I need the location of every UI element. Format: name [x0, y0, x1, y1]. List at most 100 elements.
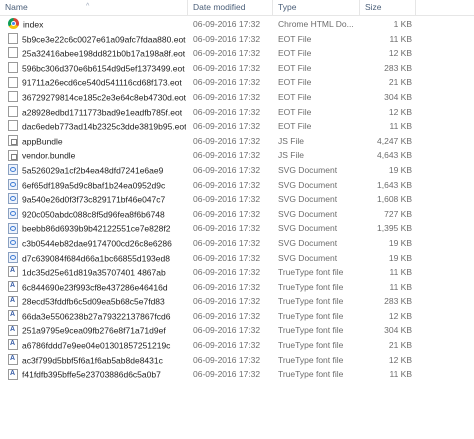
- file-name: a6786fddd7e9ee04e01301857251219c: [22, 340, 171, 351]
- font-file-icon: [8, 309, 18, 323]
- svg-document-icon: [8, 193, 18, 205]
- file-size: 4,247 KB: [377, 135, 412, 146]
- file-date: 06-09-2016 17:32: [193, 208, 261, 219]
- file-size: 727 KB: [384, 208, 412, 219]
- file-type: EOT File: [278, 121, 312, 132]
- file-type: JS File: [278, 135, 304, 146]
- file-type: EOT File: [278, 91, 312, 102]
- file-name: 9a540e26d0f3f73c829171bf46e047c7: [22, 194, 166, 205]
- column-header-type[interactable]: Type: [273, 0, 360, 15]
- file-date: 06-09-2016 17:32: [193, 252, 261, 263]
- file-type: SVG Document: [278, 179, 338, 190]
- file-row[interactable]: 5a526029a1cf2b4ea48dfd7241e6ae9 06-09-201…: [0, 163, 420, 178]
- file-size: 283 KB: [384, 296, 412, 307]
- file-row[interactable]: dac6edeb773ad14b2325c3dde3819b95.eot 06-0…: [0, 119, 420, 134]
- file-row[interactable]: 91711a26ecd6ce540d541116cd68f173.eot 06-0…: [0, 75, 420, 90]
- file-date: 06-09-2016 17:32: [193, 281, 261, 292]
- file-size: 1,395 KB: [377, 223, 412, 234]
- file-date: 06-09-2016 17:32: [193, 135, 261, 146]
- file-row[interactable]: d7c639084f684d66a1bc66855d193ed8 06-09-20…: [0, 251, 420, 266]
- file-date: 06-09-2016 17:32: [193, 340, 261, 351]
- file-size: 11 KB: [389, 281, 412, 292]
- file-row[interactable]: 6c844690e23f993cf8e437286e46416d 06-09-20…: [0, 280, 420, 295]
- file-type: TrueType font file: [278, 267, 344, 278]
- file-row[interactable]: appBundle 06-09-2016 17:32 JS File 4,247 KB: [0, 134, 420, 149]
- file-row[interactable]: 28ecd53fddfb6c5d09ea5b68c5e7fd83 06-09-20…: [0, 294, 420, 309]
- file-explorer: Name ^ Date modified Type Size index 06-0…: [0, 0, 474, 439]
- file-row[interactable]: 1dc35d25e61d819a35707401 4867ab 06-09-201…: [0, 265, 420, 280]
- file-date: 06-09-2016 17:32: [193, 223, 261, 234]
- file-row[interactable]: 251a9795e9cea09fb276e8f71a71d9ef 06-09-20…: [0, 323, 420, 338]
- file-row[interactable]: 25a32416abee198dd821b0b17a198a8f.eot 06-0…: [0, 46, 420, 61]
- file-size: 283 KB: [384, 62, 412, 73]
- file-row[interactable]: f41fdfb395bffe5e23703886d6c5a0b7 06-09-20…: [0, 367, 420, 382]
- file-date: 06-09-2016 17:32: [193, 369, 261, 380]
- file-type: SVG Document: [278, 208, 338, 219]
- file-row[interactable]: beebb86d6939b9b42122551ce7e828f2 06-09-20…: [0, 221, 420, 236]
- font-file-icon: [8, 353, 18, 367]
- file-date: 06-09-2016 17:32: [193, 150, 261, 161]
- chrome-icon: [8, 18, 19, 30]
- file-row[interactable]: ac3f799d5bbf5f6a1f6ab5ab8de8431c 06-09-20…: [0, 353, 420, 368]
- file-size: 21 KB: [388, 340, 412, 351]
- column-header-size[interactable]: Size: [360, 0, 416, 15]
- file-row[interactable]: vendor.bundle 06-09-2016 17:32 JS File 4,64…: [0, 148, 420, 163]
- file-name: 66da3e5506238b27a79322137867fcd6: [22, 311, 171, 322]
- file-row[interactable]: 9a540e26d0f3f73c829171bf46e047c7 06-09-20…: [0, 192, 420, 207]
- file-name-cell: f41fdfb395bffe5e23703886d6c5a0b7: [8, 367, 186, 382]
- file-type: Chrome HTML Do...: [278, 19, 354, 29]
- file-date: 06-09-2016 17:32: [193, 91, 261, 102]
- file-name: index: [23, 19, 44, 30]
- file-row[interactable]: 920c050abdc088c8f5d96fea8f6b6748 06-09-20…: [0, 207, 420, 222]
- file-name-cell: ac3f799d5bbf5f6a1f6ab5ab8de8431c: [8, 353, 186, 368]
- file-date: 06-09-2016 17:32: [193, 237, 261, 248]
- font-file-icon: [8, 323, 18, 337]
- file-type: SVG Document: [278, 223, 338, 234]
- file-name: f41fdfb395bffe5e23703886d6c5a0b7: [22, 369, 161, 380]
- font-file-icon: [8, 265, 18, 279]
- file-name-cell: 9a540e26d0f3f73c829171bf46e047c7: [8, 192, 186, 207]
- file-size: 12 KB: [388, 354, 412, 365]
- sort-ascending-icon: ^: [86, 3, 90, 10]
- empty-area: [420, 16, 474, 439]
- file-row[interactable]: 6ef65df189a5d9c8baf1b24ea0952d9c 06-09-20…: [0, 178, 420, 193]
- font-file-icon: [8, 338, 18, 352]
- file-type: TrueType font file: [278, 325, 344, 336]
- column-header-name[interactable]: Name ^: [0, 0, 188, 15]
- file-size: 304 KB: [384, 91, 412, 102]
- file-date: 06-09-2016 17:32: [193, 267, 261, 278]
- file-row[interactable]: 5b9ce3e22c6c0027e61a09afc7fdaa880.eot 06-…: [0, 32, 420, 47]
- file-icon: [8, 76, 18, 88]
- file-name-cell: appBundle: [8, 134, 186, 149]
- file-row[interactable]: 36729279814ce185c2e3e64c8eb4730d.eot 06-0…: [0, 90, 420, 105]
- file-row[interactable]: 66da3e5506238b27a79322137867fcd6 06-09-20…: [0, 309, 420, 324]
- file-name-cell: 25a32416abee198dd821b0b17a198a8f.eot: [8, 46, 186, 61]
- column-header-date[interactable]: Date modified: [188, 0, 273, 15]
- file-name-cell: 920c050abdc088c8f5d96fea8f6b6748: [8, 207, 186, 222]
- file-date: 06-09-2016 17:32: [193, 164, 261, 175]
- file-name: ac3f799d5bbf5f6a1f6ab5ab8de8431c: [22, 355, 163, 366]
- svg-document-icon: [8, 251, 18, 263]
- file-icon: [8, 105, 18, 117]
- file-row[interactable]: index 06-09-2016 17:32 Chrome HTML Do... 1 …: [0, 17, 420, 32]
- file-size: 11 KB: [389, 369, 412, 380]
- file-row[interactable]: a6786fddd7e9ee04e01301857251219c 06-09-20…: [0, 338, 420, 353]
- file-date: 06-09-2016 17:32: [193, 179, 261, 190]
- file-name: vendor.bundle: [22, 150, 76, 161]
- file-type: EOT File: [278, 48, 312, 59]
- file-size: 19 KB: [388, 252, 412, 263]
- file-type: TrueType font file: [278, 281, 344, 292]
- file-name: 5a526029a1cf2b4ea48dfd7241e6ae9: [22, 165, 164, 176]
- file-name-cell: a6786fddd7e9ee04e01301857251219c: [8, 338, 186, 353]
- file-type: EOT File: [278, 62, 312, 73]
- file-row[interactable]: 596bc306d370e6b6154d9d5ef1373499.eot 06-0…: [0, 61, 420, 76]
- file-size: 11 KB: [389, 267, 412, 278]
- file-type: TrueType font file: [278, 310, 344, 321]
- file-row[interactable]: a28928edbd1711773bad9e1eadfb785f.eot 06-0…: [0, 105, 420, 120]
- file-date: 06-09-2016 17:32: [193, 48, 261, 59]
- file-type: EOT File: [278, 77, 312, 88]
- file-name: c3b0544eb82dae9174700cd26c8e6286: [22, 238, 172, 249]
- file-name-cell: 36729279814ce185c2e3e64c8eb4730d.eot: [8, 90, 186, 105]
- file-name: a28928edbd1711773bad9e1eadfb785f.eot: [22, 107, 183, 118]
- file-row[interactable]: c3b0544eb82dae9174700cd26c8e6286 06-09-20…: [0, 236, 420, 251]
